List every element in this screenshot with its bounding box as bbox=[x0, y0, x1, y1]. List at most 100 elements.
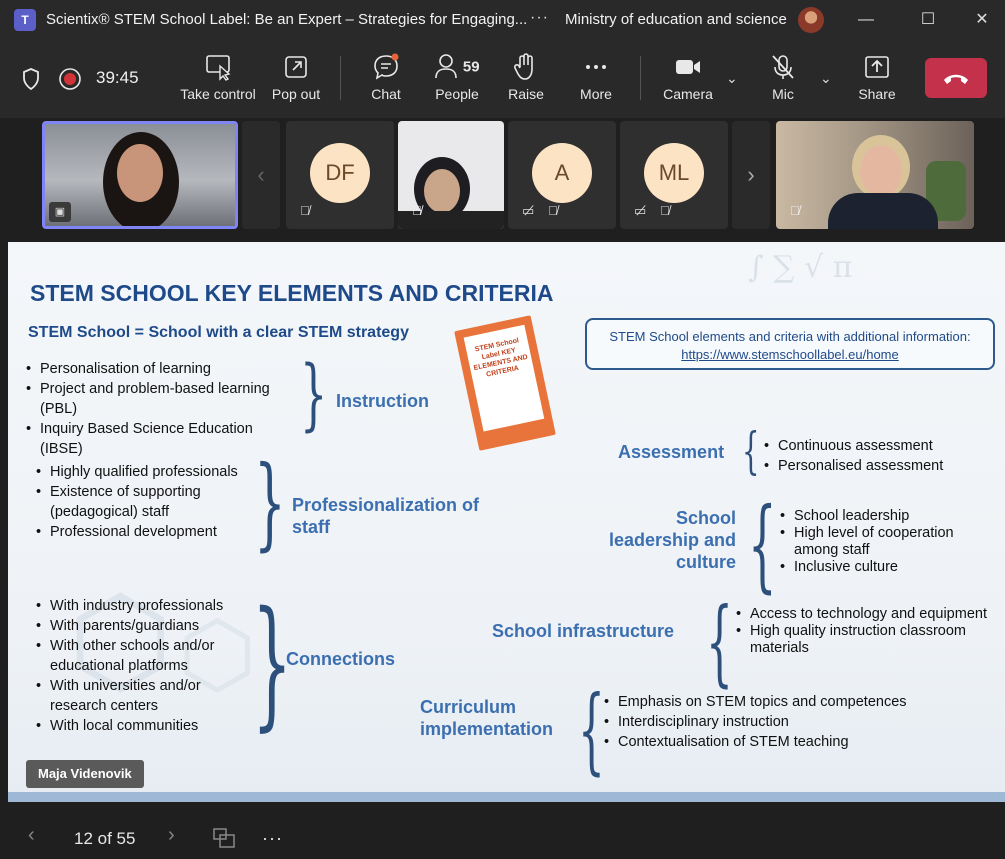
brace-icon: { bbox=[706, 588, 733, 697]
share-label: Share bbox=[858, 86, 896, 102]
slide-more-options-button[interactable]: ··· bbox=[262, 828, 283, 849]
brace-icon: } bbox=[300, 350, 328, 440]
previous-slide-icon[interactable]: ‹ bbox=[28, 824, 35, 847]
shield-icon[interactable] bbox=[22, 68, 40, 90]
list-item: With other schools and/or educational pl… bbox=[36, 636, 261, 676]
organization-name[interactable]: Ministry of education and science bbox=[565, 11, 787, 28]
window-title: Scientix® STEM School Label: Be an Exper… bbox=[46, 11, 528, 28]
screen-share-icon: ▣ bbox=[49, 202, 71, 222]
raise-hand-button[interactable]: Raise bbox=[506, 52, 546, 102]
info-link[interactable]: https://www.stemschoollabel.eu/home bbox=[587, 346, 993, 364]
share-icon bbox=[865, 56, 889, 78]
video-tile-presenter[interactable]: ▣ bbox=[42, 121, 238, 229]
mic-off-icon: 🎙̸ bbox=[790, 203, 800, 218]
take-control-button[interactable]: Take control bbox=[178, 52, 258, 102]
mic-off-icon: 🎙̸ bbox=[548, 203, 558, 218]
title-more-button[interactable]: ··· bbox=[530, 9, 549, 27]
list-item: School leadership bbox=[780, 508, 980, 525]
list-item: High level of cooperation among staff bbox=[780, 525, 980, 559]
camera-options-chevron-icon[interactable]: ⌄ bbox=[726, 70, 738, 87]
video-tile-participant[interactable]: 🎙̸ bbox=[398, 121, 504, 229]
participant-face bbox=[860, 145, 902, 197]
toolbar-divider bbox=[340, 56, 341, 100]
mic-options-chevron-icon[interactable]: ⌄ bbox=[820, 70, 832, 87]
list-item: With universities and/or research center… bbox=[36, 676, 261, 716]
leave-call-button[interactable] bbox=[925, 58, 987, 98]
presenter-face bbox=[117, 144, 163, 202]
info-text: STEM School elements and criteria with a… bbox=[609, 329, 971, 344]
pop-out-icon bbox=[285, 56, 307, 78]
video-tile-participant[interactable]: ML ▭̸ 🎙̸ bbox=[620, 121, 728, 229]
slide-subtitle: STEM School = School with a clear STEM s… bbox=[28, 324, 409, 341]
people-label: People bbox=[435, 86, 479, 102]
brace-icon: } bbox=[254, 444, 286, 561]
pop-out-label: Pop out bbox=[271, 86, 321, 102]
brace-icon: { bbox=[748, 486, 777, 603]
pop-out-button[interactable]: Pop out bbox=[268, 52, 324, 102]
video-tile-participant[interactable]: 🎙̸ bbox=[776, 121, 974, 229]
infrastructure-list: Access to technology and equipment High … bbox=[736, 606, 998, 657]
list-item: Access to technology and equipment bbox=[736, 606, 998, 623]
list-item: Interdisciplinary instruction bbox=[604, 712, 924, 732]
list-item: Project and problem-based learning (PBL) bbox=[26, 379, 296, 419]
presenter-name-badge: Maja Videnovik bbox=[26, 760, 144, 788]
camera-button[interactable]: Camera bbox=[660, 52, 716, 102]
mic-button[interactable]: Mic bbox=[764, 52, 802, 102]
more-icon bbox=[586, 65, 606, 69]
info-link-box: STEM School elements and criteria with a… bbox=[585, 318, 995, 370]
share-button[interactable]: Share bbox=[856, 52, 898, 102]
mic-off-icon: 🎙̸ bbox=[300, 203, 310, 218]
camera-off-icon: ▭̸ bbox=[522, 203, 535, 218]
more-button[interactable]: More bbox=[576, 52, 616, 102]
title-bar: T Scientix® STEM School Label: Be an Exp… bbox=[0, 0, 1005, 40]
participant-initials: DF bbox=[310, 143, 370, 203]
mic-label: Mic bbox=[772, 86, 794, 102]
list-item: Inclusive culture bbox=[780, 559, 980, 576]
booklet-text: STEM School Label KEY ELEMENTS AND CRITE… bbox=[463, 324, 545, 432]
minimize-button[interactable]: — bbox=[846, 6, 886, 34]
booklet-image: STEM School Label KEY ELEMENTS AND CRITE… bbox=[454, 315, 556, 451]
camera-icon bbox=[676, 60, 700, 74]
brace-icon: { bbox=[578, 676, 605, 785]
slide-bottom-band bbox=[8, 792, 1005, 802]
list-item: With industry professionals bbox=[36, 596, 261, 616]
teams-icon: T bbox=[14, 9, 36, 31]
category-infrastructure: School infrastructure bbox=[492, 621, 675, 641]
list-item: Professional development bbox=[36, 522, 246, 542]
meeting-toolbar: 39:45 Take control Pop out Chat 59 Peopl… bbox=[0, 40, 1005, 118]
mic-off-icon: 🎙̸ bbox=[412, 203, 422, 218]
avatar[interactable] bbox=[798, 7, 824, 33]
formula-decoration: ∫ ∑ √ π bbox=[748, 250, 853, 285]
list-item: Existence of supporting (pedagogical) st… bbox=[36, 482, 246, 522]
list-item: Continuous assessment bbox=[764, 436, 984, 456]
mic-off-icon: 🎙̸ bbox=[660, 203, 670, 218]
people-button[interactable]: 59 People bbox=[430, 52, 484, 102]
video-tile-participant[interactable]: DF 🎙̸ bbox=[286, 121, 394, 229]
category-instruction: Instruction bbox=[336, 391, 429, 411]
participant-initials: A bbox=[532, 143, 592, 203]
video-gallery: ▣ ‹ DF 🎙̸ 🎙̸ A ▭̸ 🎙̸ ML ▭̸ 🎙̸ › 🎙̸ bbox=[0, 118, 1005, 242]
people-icon bbox=[435, 54, 458, 79]
participant-shirt bbox=[828, 193, 938, 229]
people-icon-row: 59 bbox=[430, 52, 484, 82]
maximize-button[interactable]: ☐ bbox=[908, 6, 948, 34]
gallery-next-button[interactable]: › bbox=[732, 121, 770, 229]
people-count: 59 bbox=[462, 58, 480, 76]
camera-label: Camera bbox=[663, 86, 713, 102]
connections-list: With industry professionals With parents… bbox=[36, 596, 261, 736]
leadership-list: School leadership High level of cooperat… bbox=[780, 508, 980, 576]
close-window-button[interactable]: ✕ bbox=[962, 6, 1002, 34]
gallery-previous-button[interactable]: ‹ bbox=[242, 121, 280, 229]
slide-page-number: 12 of 55 bbox=[74, 829, 136, 848]
category-assessment: Assessment bbox=[618, 442, 725, 462]
slide-thumbnails-icon[interactable] bbox=[212, 826, 236, 850]
assessment-list: Continuous assessment Personalised asses… bbox=[764, 436, 984, 476]
next-slide-icon[interactable]: › bbox=[168, 824, 175, 847]
more-label: More bbox=[580, 86, 612, 102]
list-item: Highly qualified professionals bbox=[36, 462, 246, 482]
list-item: Contextualisation of STEM teaching bbox=[604, 732, 924, 752]
professionalization-list: Highly qualified professionals Existence… bbox=[36, 462, 246, 542]
video-tile-participant[interactable]: A ▭̸ 🎙̸ bbox=[508, 121, 616, 229]
take-control-icon bbox=[206, 55, 231, 81]
chat-button[interactable]: Chat bbox=[364, 52, 408, 102]
